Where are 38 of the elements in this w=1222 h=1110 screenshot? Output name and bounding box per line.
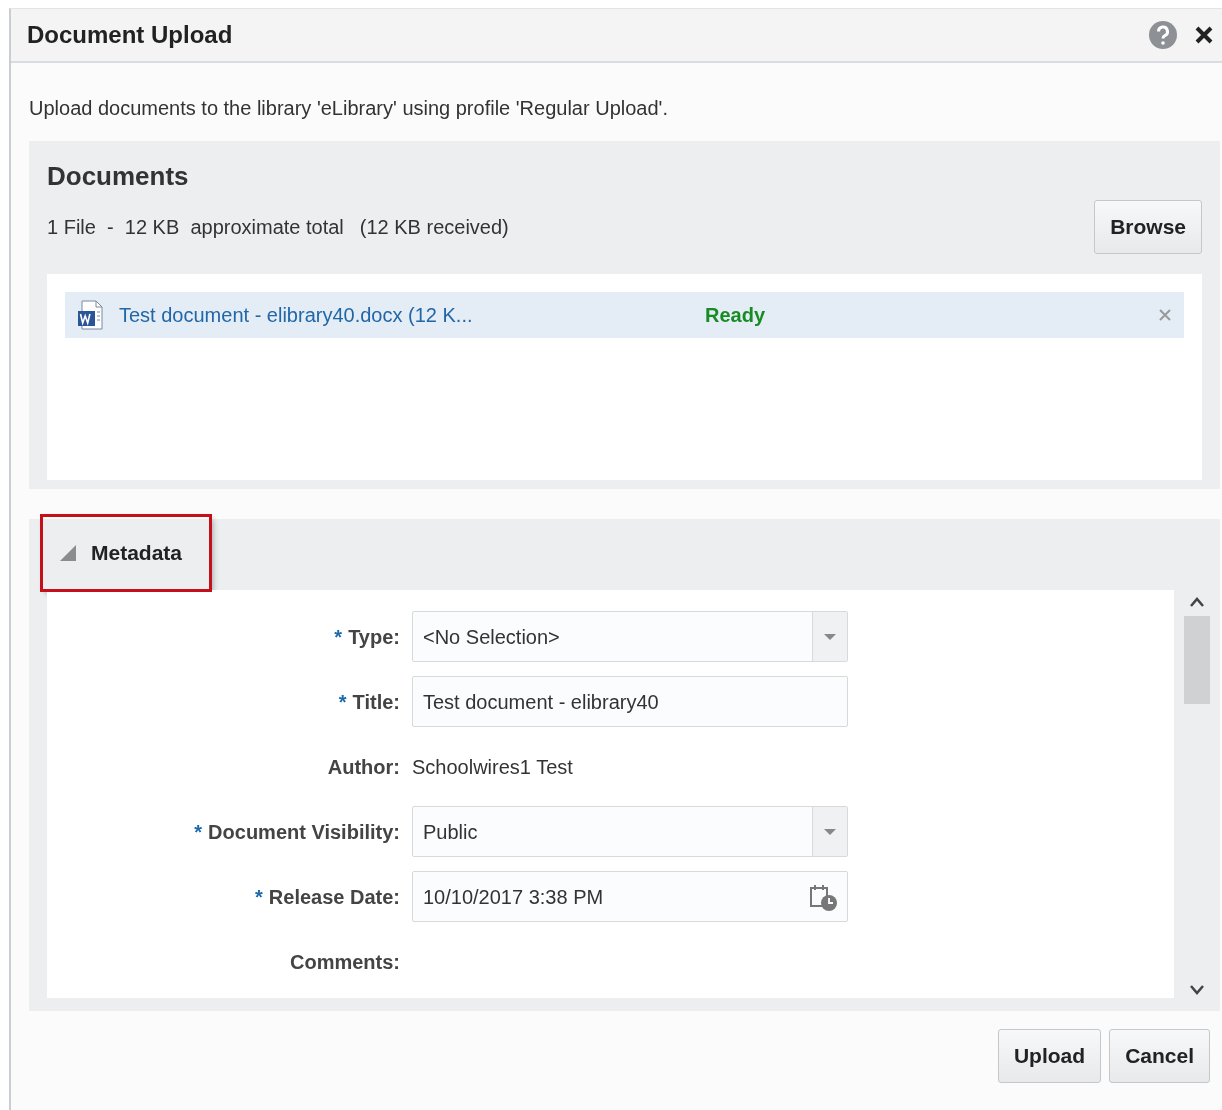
required-mark: *	[194, 820, 203, 843]
received-text: (12 KB received)	[359, 214, 509, 240]
browse-button[interactable]: Browse	[1094, 200, 1202, 254]
field-value: Schoolwires1 Test	[412, 754, 573, 780]
required-mark: *	[334, 625, 343, 648]
file-row[interactable]: Test document - elibrary40.docx (12 K... Ready	[65, 291, 1184, 338]
dialog-button[interactable]: Upload	[997, 1029, 1102, 1083]
dropdown-field[interactable]: <No Selection>	[412, 611, 848, 662]
help-icon[interactable]	[1148, 20, 1178, 50]
field-label: Type:	[348, 625, 400, 648]
field-label: Document Visibility:	[208, 820, 400, 843]
field-label: Author:	[327, 755, 400, 778]
word-file-icon	[77, 299, 105, 330]
remove-icon[interactable]	[1158, 307, 1172, 322]
field-label: Release Date:	[268, 885, 400, 908]
field-label: Comments:	[290, 950, 400, 973]
date-field[interactable]: 10/10/2017 3:38 PM	[412, 871, 848, 922]
file-link[interactable]: Test document - elibrary40.docx (12 K...	[105, 299, 705, 330]
calendar-clock-icon[interactable]	[809, 883, 839, 912]
section-heading: Documents	[47, 160, 190, 193]
expand-triangle-icon[interactable]	[59, 544, 77, 562]
required-mark: *	[338, 690, 347, 713]
dropdown-caret-icon[interactable]	[823, 632, 837, 641]
required-mark: *	[255, 885, 263, 908]
window-title: Document Upload	[27, 20, 233, 50]
dropdown-caret-icon[interactable]	[823, 827, 837, 836]
close-icon[interactable]	[1194, 25, 1214, 45]
scroll-up-icon[interactable]	[1189, 596, 1205, 608]
input-field[interactable]: Test document - elibrary40	[412, 676, 848, 727]
scroll-down-icon[interactable]	[1189, 984, 1205, 996]
section-heading[interactable]: Metadata	[91, 537, 183, 569]
file-status: Ready	[705, 302, 766, 328]
scrollbar-thumb[interactable]	[1184, 616, 1210, 704]
file-summary: 1 File - 12 KB approximate total	[47, 214, 344, 240]
description-text: Upload documents to the library 'eLibrary' using profile 'Regular Upload'.	[29, 97, 668, 119]
dialog-button[interactable]: Cancel	[1109, 1029, 1210, 1083]
field-label: Title:	[352, 690, 400, 713]
dropdown-field[interactable]: Public	[412, 806, 848, 857]
